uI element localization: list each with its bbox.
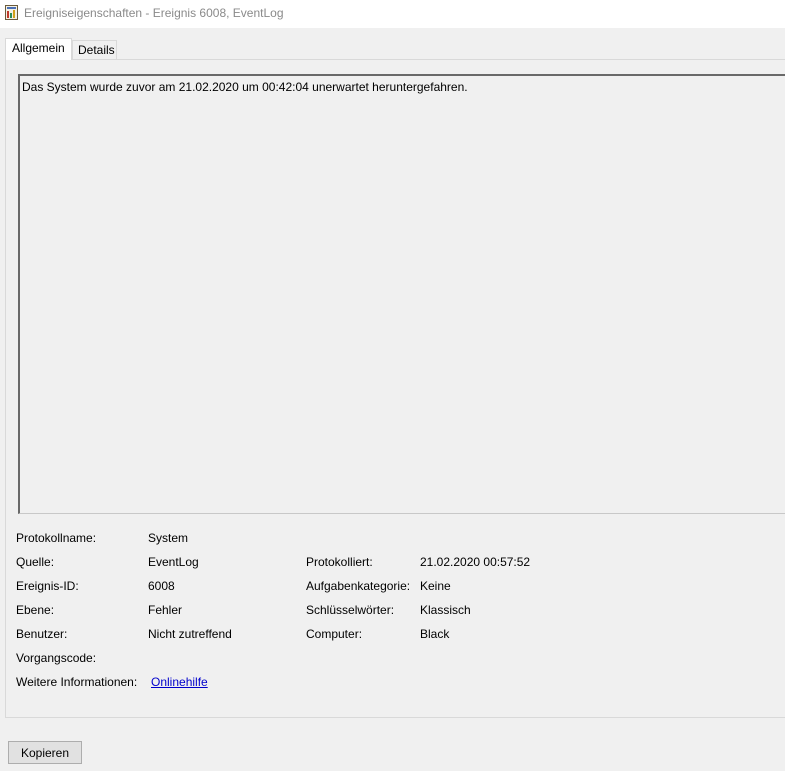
computer-label: Computer:	[306, 627, 363, 641]
event-message-text: Das System wurde zuvor am 21.02.2020 um …	[22, 80, 468, 94]
more-info-label: Weitere Informationen:	[16, 675, 138, 689]
task-category-label: Aufgabenkategorie:	[306, 579, 411, 593]
source-value: EventLog	[148, 555, 199, 569]
user-value: Nicht zutreffend	[148, 627, 232, 641]
log-name-label: Protokollname:	[16, 531, 97, 545]
title-bar: Ereigniseigenschaften - Ereignis 6008, E…	[0, 0, 785, 28]
task-category-value: Keine	[420, 579, 451, 593]
logged-value: 21.02.2020 00:57:52	[420, 555, 531, 569]
event-viewer-icon	[5, 5, 18, 20]
log-name-value: System	[148, 531, 189, 545]
keywords-value: Klassisch	[420, 603, 471, 617]
user-label: Benutzer:	[16, 627, 68, 641]
source-label: Quelle:	[16, 555, 55, 569]
event-message-box[interactable]: Das System wurde zuvor am 21.02.2020 um …	[18, 74, 785, 514]
keywords-label: Schlüsselwörter:	[306, 603, 395, 617]
opcode-label: Vorgangscode:	[16, 651, 97, 665]
computer-value: Black	[420, 627, 450, 641]
event-id-value: 6008	[148, 579, 175, 593]
window-title: Ereigniseigenschaften - Ereignis 6008, E…	[24, 6, 284, 20]
online-help-link[interactable]: Onlinehilfe	[151, 675, 208, 689]
logged-label: Protokolliert:	[306, 555, 373, 569]
tab-general[interactable]: Allgemein	[5, 38, 72, 60]
copy-button[interactable]: Kopieren	[8, 741, 82, 764]
event-id-label: Ereignis-ID:	[16, 579, 79, 593]
level-label: Ebene:	[16, 603, 55, 617]
level-value: Fehler	[148, 603, 183, 617]
tab-details[interactable]: Details	[72, 40, 117, 59]
